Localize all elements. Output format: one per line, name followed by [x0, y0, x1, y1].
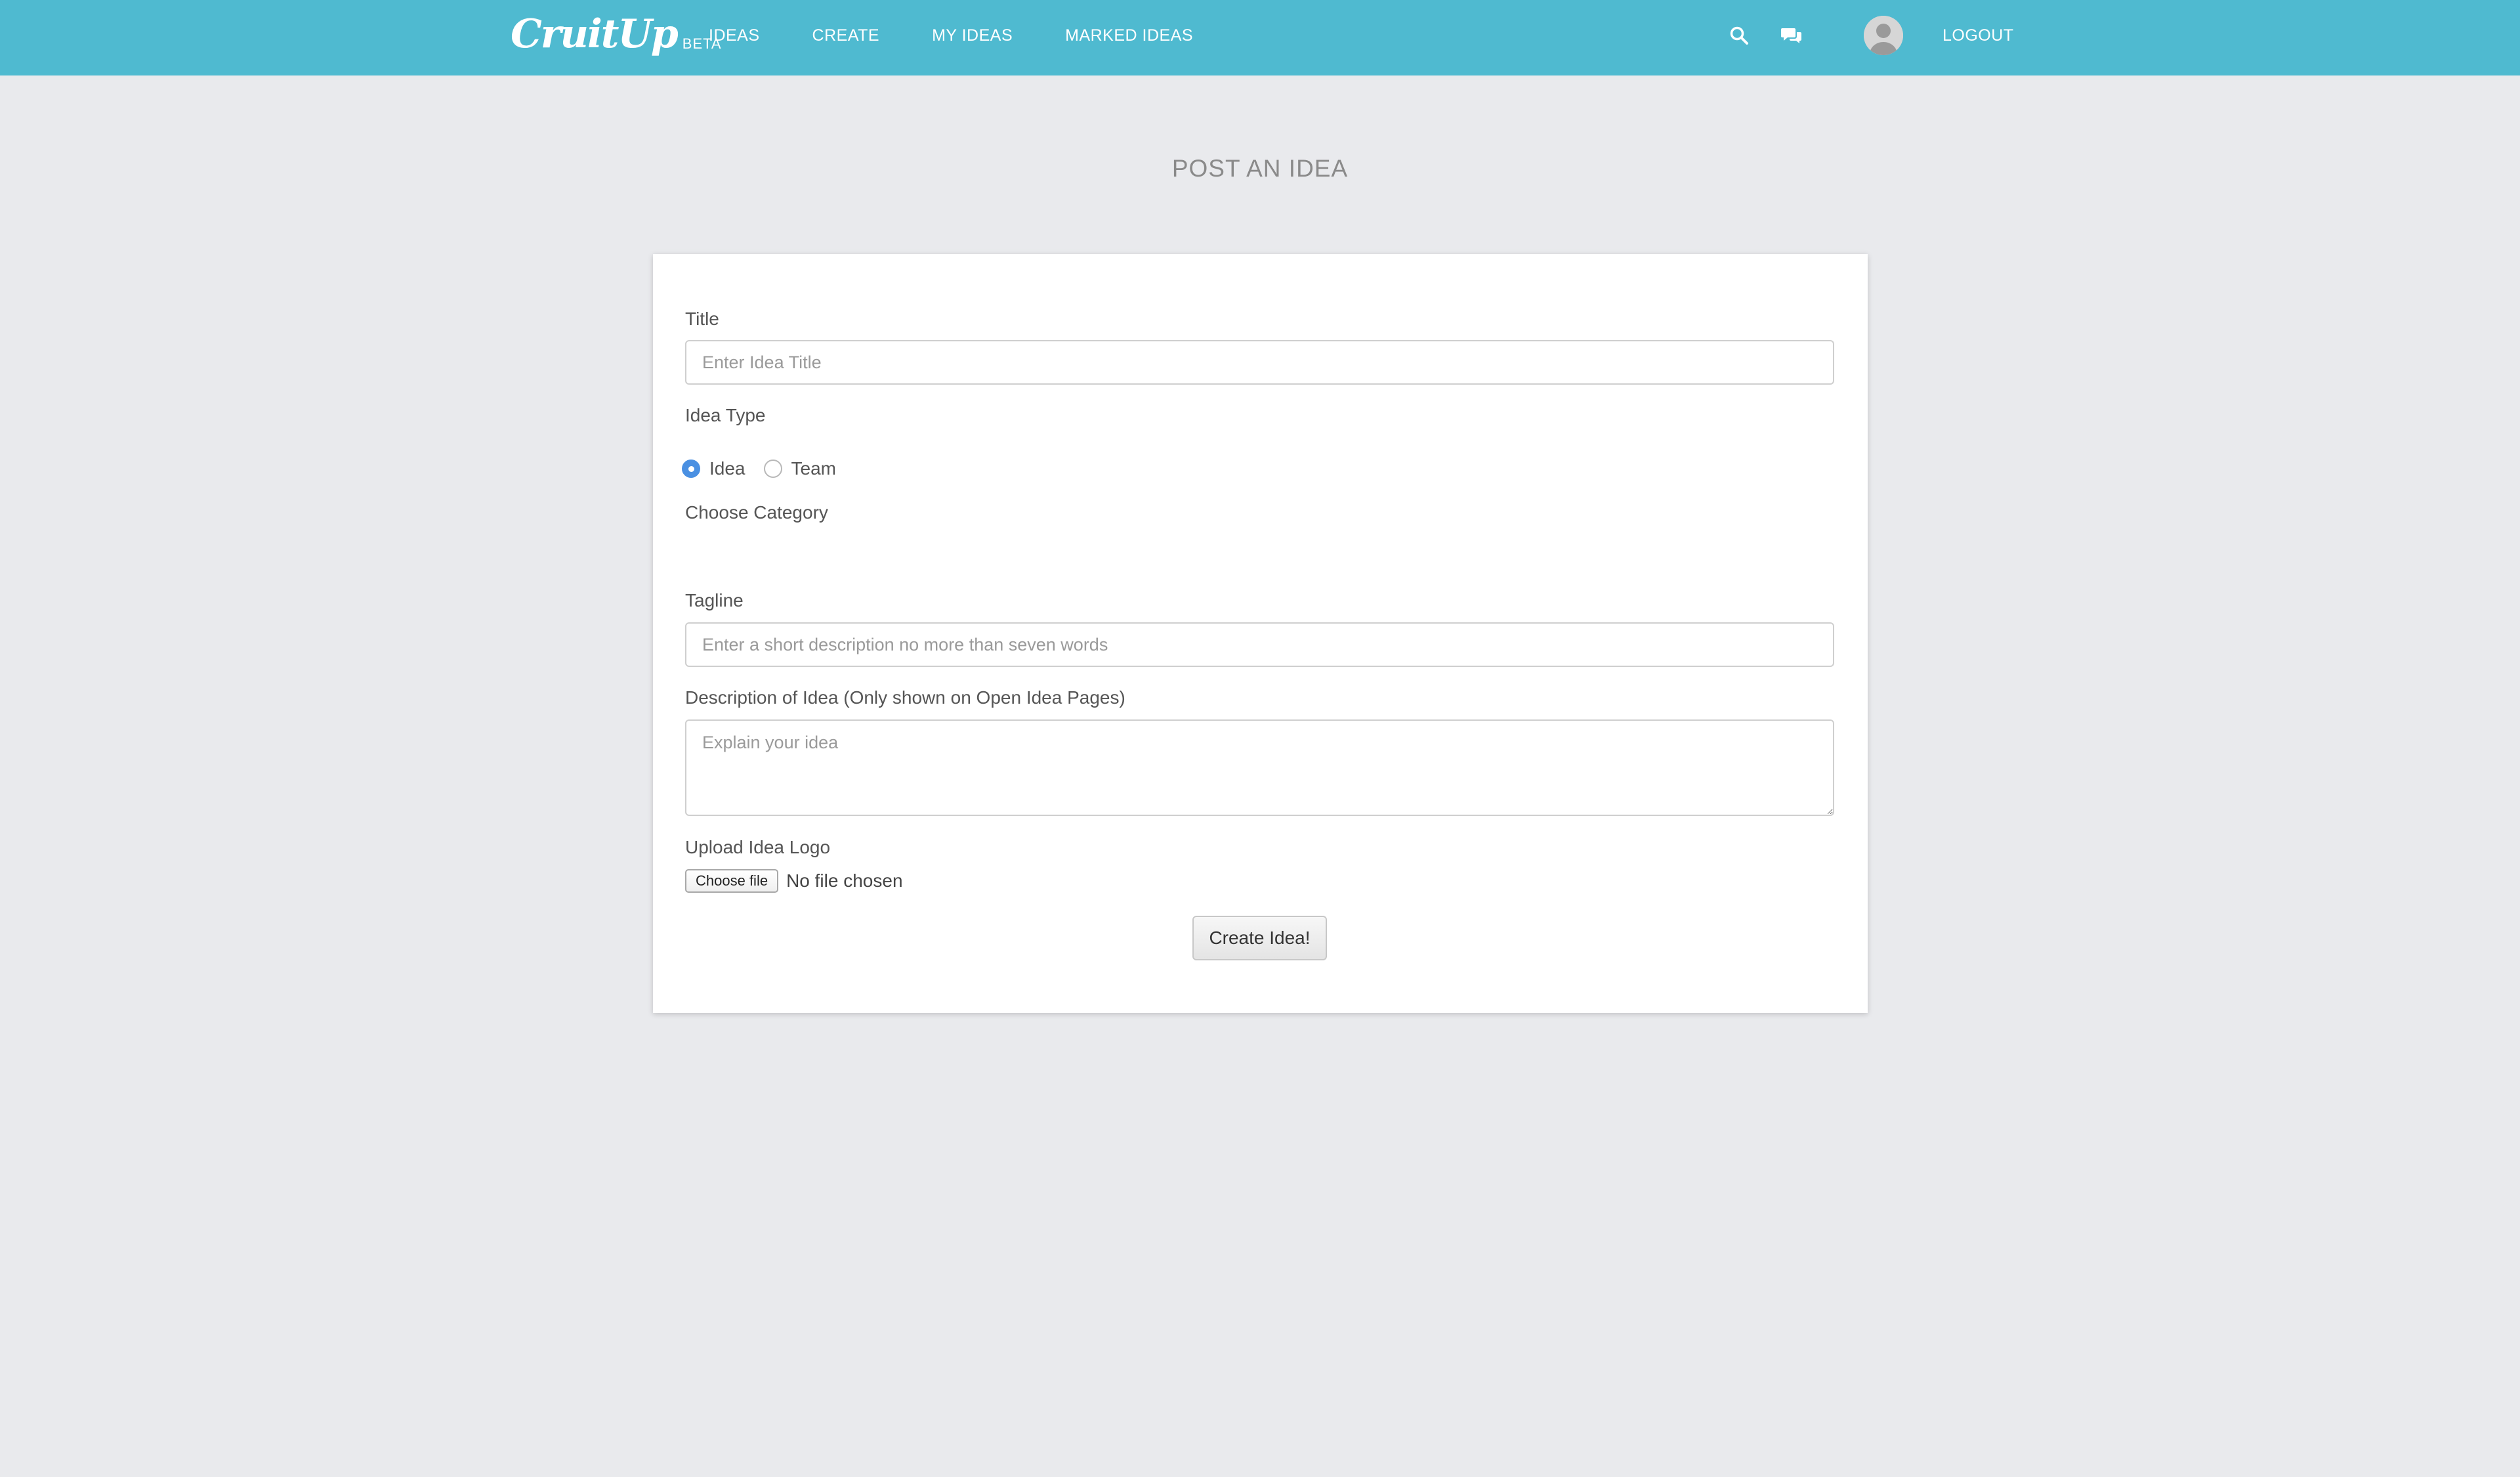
logout-link[interactable]: LOGOUT: [1942, 26, 2014, 45]
avatar-icon[interactable]: [1864, 16, 1903, 55]
idea-type-label-team[interactable]: Team: [791, 458, 836, 479]
idea-type-radio-idea[interactable]: [682, 460, 700, 478]
brand-name: CruitUp: [511, 11, 679, 57]
title-label: Title: [685, 309, 719, 329]
idea-type-label: Idea Type: [685, 405, 766, 425]
page-title: POST AN IDEA: [1171, 155, 1349, 182]
description-label: Description of Idea (Only shown on Open …: [685, 687, 1125, 708]
nav-link-my-ideas[interactable]: MY IDEAS: [932, 26, 1013, 45]
choose-file-button[interactable]: Choose file: [685, 869, 779, 893]
idea-type-label-idea[interactable]: Idea: [709, 458, 746, 479]
nav-links: IDEAS CREATE MY IDEAS MARKED IDEAS: [709, 0, 1246, 71]
nav-link-ideas[interactable]: IDEAS: [709, 26, 760, 45]
title-input[interactable]: [685, 340, 1834, 385]
tagline-label: Tagline: [685, 590, 744, 610]
search-icon[interactable]: [1726, 22, 1752, 49]
file-status: No file chosen: [786, 870, 903, 891]
idea-type-radio-group: Idea Team: [682, 456, 854, 482]
nav-right: LOGOUT: [1726, 0, 2014, 71]
file-upload: Choose file No file chosen: [685, 869, 903, 893]
brand-logo[interactable]: CruitUp BETA: [511, 8, 722, 60]
chat-icon[interactable]: [1778, 22, 1805, 49]
idea-type-radio-team[interactable]: [763, 460, 782, 478]
post-idea-form: Title Idea Type Idea Team Choose Categor…: [653, 254, 1868, 1013]
top-navbar: CruitUp BETA IDEAS CREATE MY IDEAS MARKE…: [0, 0, 2520, 75]
upload-logo-label: Upload Idea Logo: [685, 837, 831, 857]
nav-link-marked-ideas[interactable]: MARKED IDEAS: [1065, 26, 1193, 45]
nav-link-create[interactable]: CREATE: [812, 26, 880, 45]
category-label: Choose Category: [685, 502, 828, 523]
tagline-input[interactable]: [685, 622, 1834, 667]
create-idea-button[interactable]: Create Idea!: [1192, 916, 1327, 960]
description-textarea[interactable]: [685, 719, 1834, 816]
